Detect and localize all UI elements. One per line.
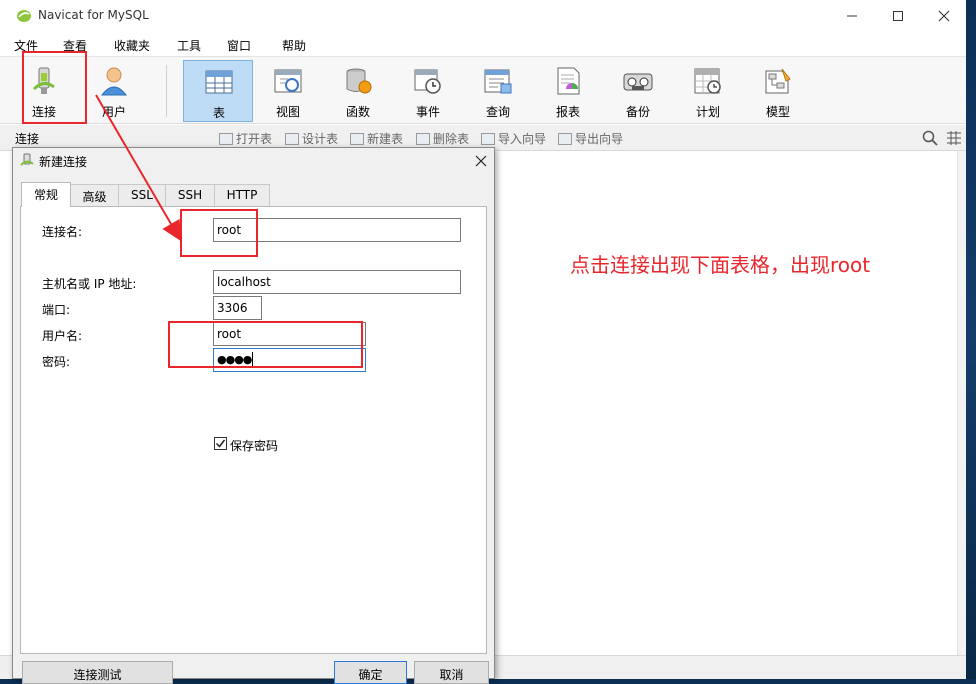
annotation-arrow-icon xyxy=(95,94,182,242)
tab-general[interactable]: 常规 xyxy=(21,182,71,207)
